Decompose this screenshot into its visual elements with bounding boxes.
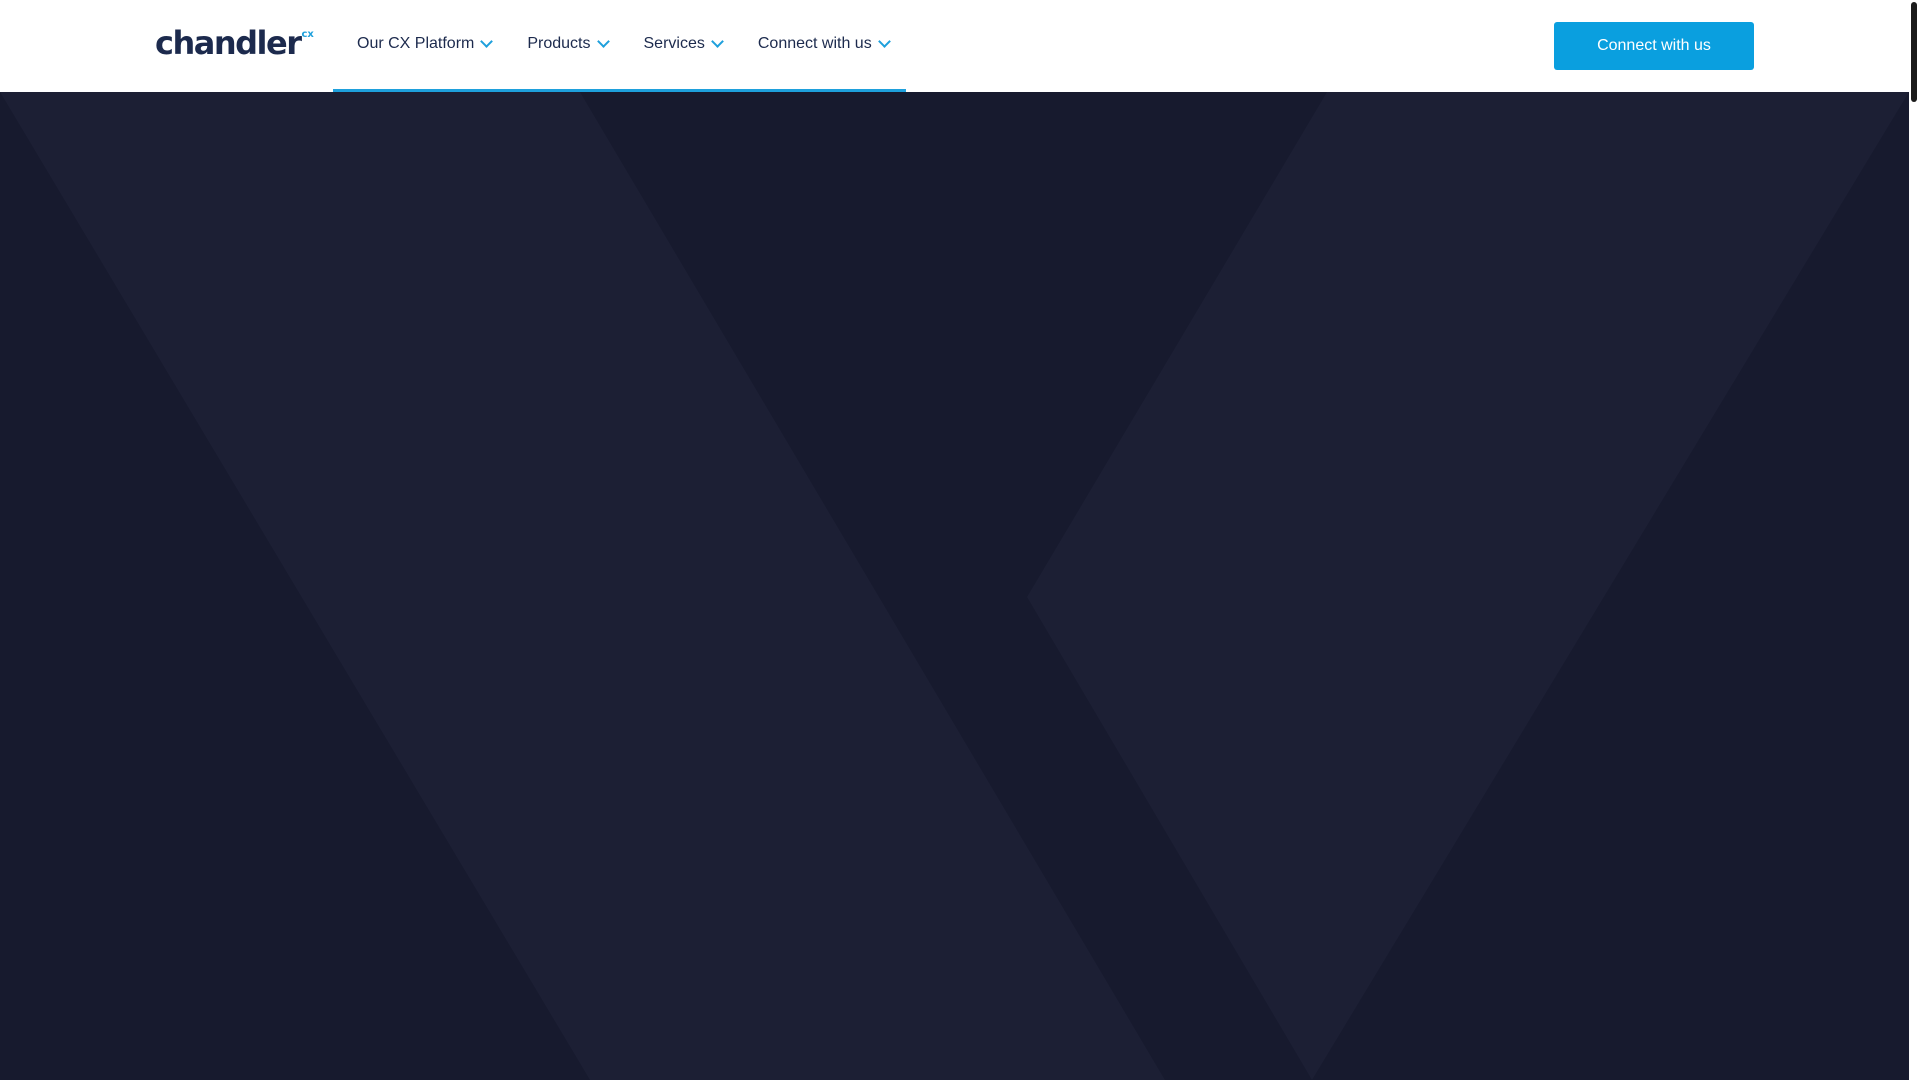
hero-section — [0, 92, 1909, 1080]
nav-item-services[interactable]: Services — [643, 33, 724, 57]
page-scrollbar[interactable] — [1909, 0, 1920, 1080]
logo-superscript: cx — [301, 29, 314, 40]
page: chandler cx Our CX Platform Products Ser… — [0, 0, 1920, 1080]
chevron-down-icon — [480, 34, 494, 48]
nav-item-connect-with-us[interactable]: Connect with us — [757, 33, 891, 57]
scrollbar-thumb[interactable] — [1911, 2, 1917, 102]
nav-item-label: Services — [643, 34, 705, 52]
chevron-down-icon — [710, 34, 724, 48]
nav-item-label: Products — [527, 34, 591, 52]
chevron-down-icon — [877, 34, 891, 48]
nav-item-our-cx-platform[interactable]: Our CX Platform — [357, 33, 494, 57]
nav-item-products[interactable]: Products — [527, 33, 610, 57]
logo-wordmark: chandler — [155, 24, 302, 62]
connect-with-us-button[interactable]: Connect with us — [1554, 22, 1754, 70]
nav-item-label: Our CX Platform — [357, 34, 475, 52]
chandler-logo[interactable]: chandler cx — [155, 26, 314, 60]
hero-background-shapes — [0, 92, 1909, 1080]
nav-item-label: Connect with us — [757, 34, 872, 52]
site-header: chandler cx Our CX Platform Products Ser… — [0, 0, 1909, 92]
chevron-down-icon — [596, 34, 610, 48]
main-nav: Our CX Platform Products Services Connec… — [333, 0, 906, 92]
